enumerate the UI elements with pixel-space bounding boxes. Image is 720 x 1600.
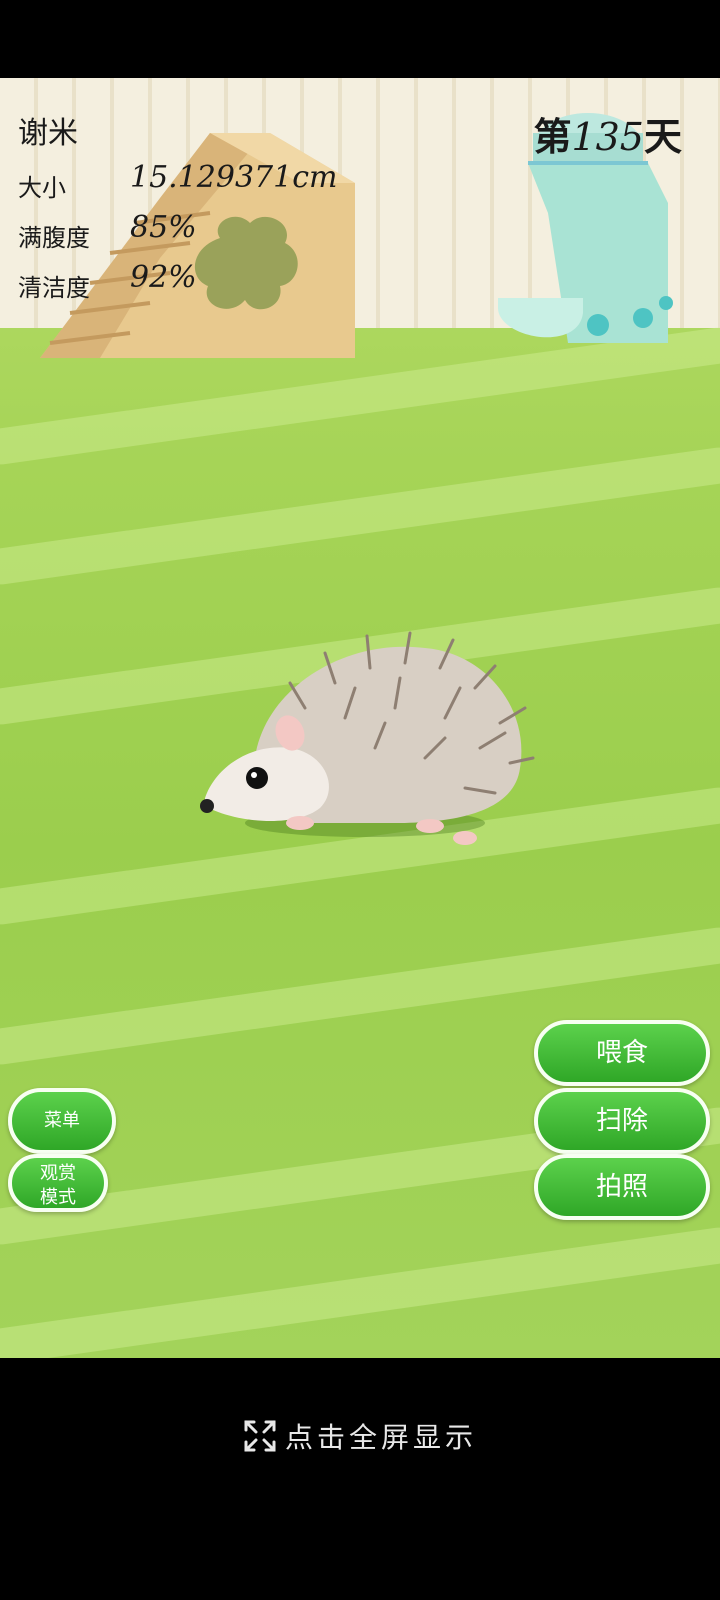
fullscreen-prompt[interactable]: 点击全屏显示	[0, 1416, 720, 1456]
clean-button[interactable]: 扫除	[534, 1088, 710, 1154]
view-mode-line1: 观赏	[40, 1163, 76, 1184]
feed-button-label: 喂食	[595, 1038, 648, 1068]
view-mode-button[interactable]: 观赏 模式	[8, 1154, 108, 1212]
hunger-value: 85%	[130, 210, 197, 245]
pet-name: 谢米	[18, 116, 78, 151]
clean-value: 92%	[130, 260, 197, 295]
grass-texture	[0, 1225, 720, 1358]
game-scene[interactable]: 谢米 大小 15.129371cm 满腹度 85% 清洁度 92% 第135天	[0, 78, 720, 1358]
hedgehog-pet[interactable]	[195, 628, 535, 848]
grass-texture	[0, 445, 720, 587]
expand-icon	[244, 1420, 276, 1452]
day-suffix: 天	[643, 115, 682, 159]
fullscreen-label: 点击全屏显示	[284, 1421, 477, 1454]
size-value: 15.129371cm	[130, 160, 338, 195]
menu-button-label: 菜单	[44, 1110, 80, 1131]
day-prefix: 第	[533, 115, 572, 159]
clean-button-label: 扫除	[595, 1106, 648, 1136]
photo-button[interactable]: 拍照	[534, 1154, 710, 1220]
photo-button-label: 拍照	[595, 1172, 648, 1202]
feed-button[interactable]: 喂食	[534, 1020, 710, 1086]
size-label: 大小	[18, 174, 66, 202]
day-counter: 第135天	[533, 106, 682, 161]
hunger-label: 满腹度	[18, 224, 90, 252]
fullscreen-bar[interactable]: 点击全屏显示	[0, 1358, 720, 1600]
clean-label: 清洁度	[18, 274, 90, 302]
day-number: 135	[571, 115, 644, 159]
menu-button[interactable]: 菜单	[8, 1088, 116, 1154]
view-mode-line2: 模式	[40, 1187, 76, 1208]
